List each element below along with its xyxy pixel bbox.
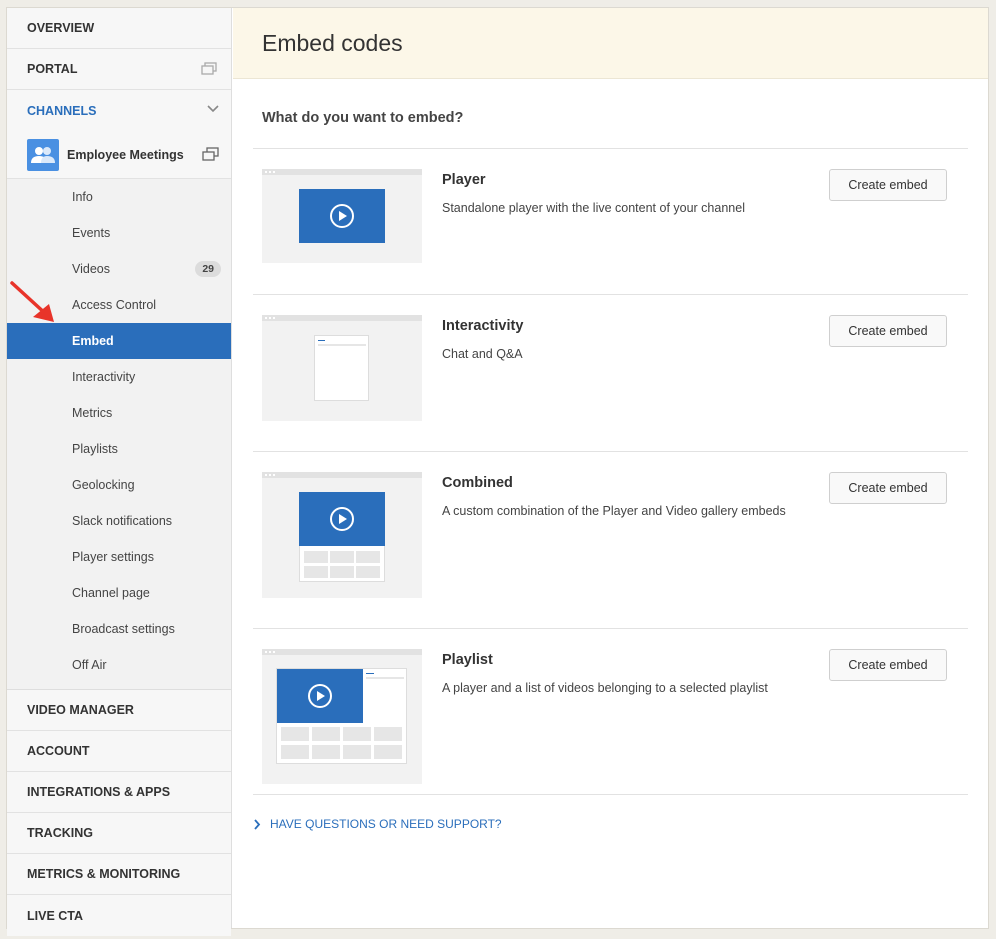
nav-label: LIVE CTA xyxy=(27,908,84,923)
external-window-icon[interactable] xyxy=(202,147,219,162)
sidebar-item-playlists[interactable]: Playlists xyxy=(7,431,231,467)
sidebar-item-label: Channel page xyxy=(72,586,150,600)
sidebar-item-embed[interactable]: Embed xyxy=(7,323,231,359)
nav-metrics-monitoring[interactable]: METRICS & MONITORING xyxy=(7,854,231,895)
nav-tracking[interactable]: TRACKING xyxy=(7,813,231,854)
nav-portal[interactable]: PORTAL xyxy=(7,49,231,90)
divider xyxy=(253,148,968,149)
create-embed-button[interactable]: Create embed xyxy=(829,649,947,681)
interactivity-thumbnail xyxy=(262,315,422,421)
sidebar-item-events[interactable]: Events xyxy=(7,215,231,251)
sidebar-item-broadcast-settings[interactable]: Broadcast settings xyxy=(7,611,231,647)
card-title: Playlist xyxy=(442,652,493,668)
channel-employee-meetings[interactable]: Employee Meetings xyxy=(7,131,231,179)
sidebar-item-label: Player settings xyxy=(72,550,154,564)
support-link[interactable]: HAVE QUESTIONS OR NEED SUPPORT? xyxy=(253,817,502,831)
sidebar-item-metrics[interactable]: Metrics xyxy=(7,395,231,431)
nav-label: PORTAL xyxy=(27,62,78,76)
create-embed-button[interactable]: Create embed xyxy=(829,472,947,504)
nav-label: TRACKING xyxy=(27,826,93,840)
channel-name: Employee Meetings xyxy=(67,147,184,162)
card-description: Standalone player with the live content … xyxy=(442,201,745,215)
sidebar-item-geolocking[interactable]: Geolocking xyxy=(7,467,231,503)
sidebar-item-interactivity[interactable]: Interactivity xyxy=(7,359,231,395)
create-embed-button[interactable]: Create embed xyxy=(829,315,947,347)
player-thumbnail xyxy=(262,169,422,263)
sidebar-item-label: Videos xyxy=(72,262,110,276)
card-description: A custom combination of the Player and V… xyxy=(442,504,786,518)
nav-live-cta[interactable]: LIVE CTA xyxy=(7,895,231,936)
sidebar-item-label: Slack notifications xyxy=(72,514,173,528)
play-icon xyxy=(330,507,354,531)
page-title: Embed codes xyxy=(262,29,403,56)
page-header: Embed codes xyxy=(233,8,988,79)
nav-overview[interactable]: OVERVIEW xyxy=(7,8,231,49)
divider xyxy=(253,451,968,452)
sidebar-item-label: Access Control xyxy=(72,298,157,312)
video-preview xyxy=(299,189,385,243)
divider xyxy=(253,794,968,795)
sidebar-item-off-air[interactable]: Off Air xyxy=(7,647,231,683)
embed-card-combined: Combined A custom combination of the Pla… xyxy=(262,472,962,598)
sidebar-item-label: Broadcast settings xyxy=(72,622,175,636)
card-title: Combined xyxy=(442,475,513,491)
app-frame: OVERVIEW PORTAL CHANNELS Employee Meetin… xyxy=(6,7,989,936)
playlist-thumbnail xyxy=(262,649,422,784)
chat-preview xyxy=(314,335,369,401)
card-description: Chat and Q&A xyxy=(442,347,523,361)
main-content: Embed codes What do you want to embed? P… xyxy=(233,8,988,928)
chevron-right-icon xyxy=(254,818,261,830)
channel-submenu: Info Events Videos 29 Access Control Embe… xyxy=(7,179,231,690)
sidebar-item-label: Info xyxy=(72,190,93,204)
support-link-label: HAVE QUESTIONS OR NEED SUPPORT? xyxy=(270,817,502,831)
nav-video-manager[interactable]: VIDEO MANAGER xyxy=(7,690,231,731)
sidebar-item-label: Off Air xyxy=(72,658,107,672)
divider xyxy=(253,628,968,629)
count-badge: 29 xyxy=(195,261,221,277)
nav-channels[interactable]: CHANNELS xyxy=(7,90,231,131)
chevron-down-icon xyxy=(207,105,219,113)
external-window-icon[interactable] xyxy=(201,62,217,76)
nav-label: INTEGRATIONS & APPS xyxy=(27,785,171,799)
users-icon xyxy=(31,146,55,163)
sidebar-item-label: Interactivity xyxy=(72,370,136,384)
embed-card-interactivity: Interactivity Chat and Q&A Create embed xyxy=(262,315,962,421)
nav-account[interactable]: ACCOUNT xyxy=(7,731,231,772)
nav-label: ACCOUNT xyxy=(27,744,90,758)
sidebar-item-player-settings[interactable]: Player settings xyxy=(7,539,231,575)
card-title: Player xyxy=(442,172,486,188)
nav-label: VIDEO MANAGER xyxy=(27,703,134,717)
embed-card-player: Player Standalone player with the live c… xyxy=(262,169,962,263)
sidebar-item-label: Metrics xyxy=(72,406,113,420)
card-description: A player and a list of videos belonging … xyxy=(442,681,768,695)
sidebar-item-channel-page[interactable]: Channel page xyxy=(7,575,231,611)
nav-integrations-apps[interactable]: INTEGRATIONS & APPS xyxy=(7,772,231,813)
sidebar-item-label: Events xyxy=(72,226,111,240)
play-icon xyxy=(308,684,332,708)
create-embed-button[interactable]: Create embed xyxy=(829,169,947,201)
divider xyxy=(253,294,968,295)
sidebar-item-label: Geolocking xyxy=(72,478,135,492)
sidebar-item-info[interactable]: Info xyxy=(7,179,231,215)
nav-label: CHANNELS xyxy=(27,103,97,118)
embed-card-playlist: Playlist A player and a list of videos b… xyxy=(262,649,962,784)
nav-label: METRICS & MONITORING xyxy=(27,867,181,881)
card-title: Interactivity xyxy=(442,318,524,334)
play-icon xyxy=(330,204,354,228)
sidebar-item-label: Playlists xyxy=(72,442,118,456)
playlist-preview xyxy=(276,668,407,764)
nav-label: OVERVIEW xyxy=(27,21,95,35)
combined-thumbnail xyxy=(262,472,422,598)
combined-preview xyxy=(299,492,385,582)
channel-avatar xyxy=(27,138,59,171)
sidebar-item-slack-notifications[interactable]: Slack notifications xyxy=(7,503,231,539)
red-arrow-annotation xyxy=(10,281,54,322)
section-question: What do you want to embed? xyxy=(262,110,464,126)
sidebar: OVERVIEW PORTAL CHANNELS Employee Meetin… xyxy=(7,8,232,936)
sidebar-item-label: Embed xyxy=(72,334,114,348)
